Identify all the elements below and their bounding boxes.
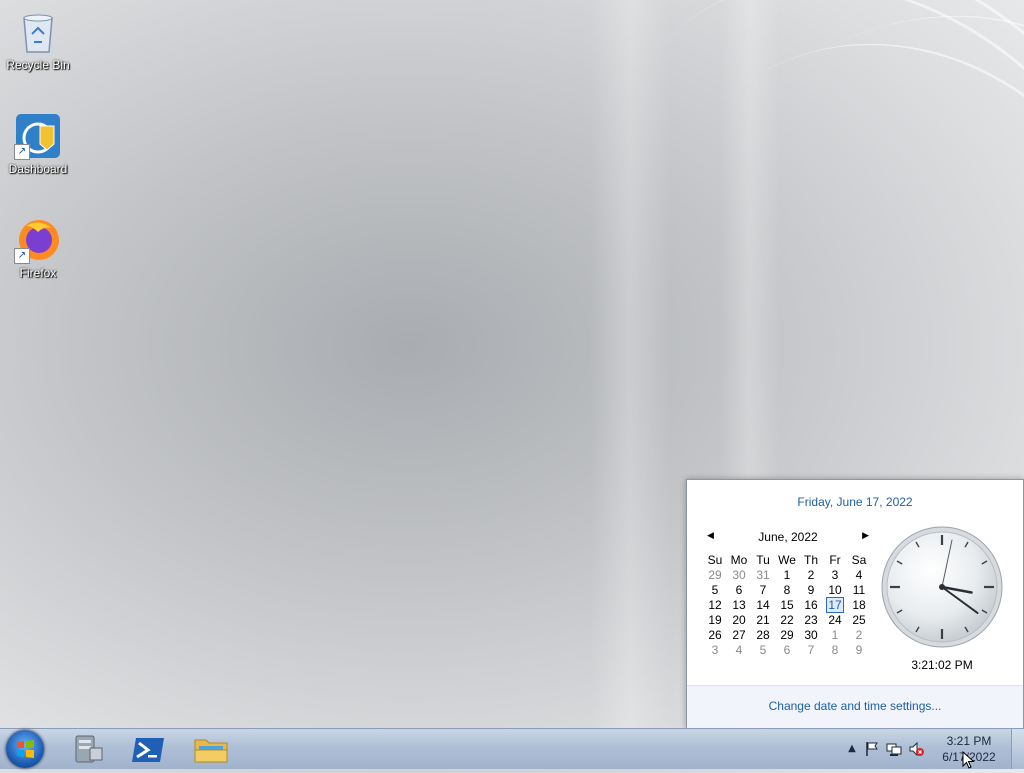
calendar-day[interactable]: 4 <box>847 567 871 582</box>
action-center-flag-icon[interactable] <box>864 741 880 757</box>
calendar-day[interactable]: 21 <box>751 612 775 627</box>
desktop-icon-firefox[interactable]: ↗ Firefox <box>0 216 76 280</box>
shortcut-arrow-icon: ↗ <box>14 248 30 264</box>
calendar-day[interactable]: 28 <box>751 627 775 642</box>
calendar-day[interactable]: 16 <box>799 597 823 612</box>
change-date-time-settings-link[interactable]: Change date and time settings... <box>687 699 1023 713</box>
calendar-day[interactable]: 22 <box>775 612 799 627</box>
taskbar: ▲ 3:21 PM 6/17/2022 <box>0 728 1024 769</box>
calendar-day-today[interactable]: 17 <box>823 596 847 613</box>
calendar-day-other-month[interactable]: 3 <box>703 642 727 657</box>
weekday-header: Sa <box>851 552 867 567</box>
month-label[interactable]: June, 2022 <box>758 530 817 544</box>
start-button[interactable] <box>6 730 44 768</box>
calendar-grid: Su Mo Tu We Th Fr Sa 29 30 31 1 2 3 4 5 6 7 8 9 10 11 12 13 14… <box>703 552 871 657</box>
calendar-day[interactable]: 5 <box>703 582 727 597</box>
calendar-day-other-month[interactable]: 4 <box>727 642 751 657</box>
show-hidden-icons-arrow-icon[interactable]: ▲ <box>844 741 860 757</box>
calendar: ◀ June, 2022 ▶ Su Mo Tu We Th Fr Sa 29 30 31 1 2 3 4… <box>703 530 873 657</box>
weekday-header: Su <box>707 552 723 567</box>
calendar-day-other-month[interactable]: 2 <box>847 627 871 642</box>
calendar-day[interactable]: 13 <box>727 597 751 612</box>
network-icon[interactable] <box>886 741 902 757</box>
calendar-day-other-month[interactable]: 9 <box>847 642 871 657</box>
calendar-day[interactable]: 2 <box>799 567 823 582</box>
calendar-day[interactable]: 3 <box>823 567 847 582</box>
long-date-link[interactable]: Friday, June 17, 2022 <box>687 495 1023 509</box>
server-manager-icon <box>75 735 103 763</box>
calendar-day-other-month[interactable]: 7 <box>799 642 823 657</box>
desktop-icon-recycle-bin[interactable]: Recycle Bin <box>0 8 76 72</box>
calendar-header: ◀ June, 2022 ▶ <box>703 530 873 548</box>
calendar-day[interactable]: 8 <box>775 582 799 597</box>
calendar-day-other-month[interactable]: 8 <box>823 642 847 657</box>
calendar-day[interactable]: 18 <box>847 597 871 612</box>
desktop-icon-dashboard[interactable]: ↗ Dashboard <box>0 112 76 176</box>
desktop-icon-label: Recycle Bin <box>6 58 70 72</box>
calendar-day[interactable]: 7 <box>751 582 775 597</box>
calendar-day-other-month[interactable]: 31 <box>751 567 775 582</box>
desktop-icon-label: Dashboard <box>8 162 68 176</box>
calendar-day[interactable]: 10 <box>823 582 847 597</box>
file-explorer-icon <box>194 739 228 763</box>
calendar-day[interactable]: 14 <box>751 597 775 612</box>
clock-center <box>939 584 945 590</box>
calendar-day[interactable]: 19 <box>703 612 727 627</box>
calendar-day[interactable]: 15 <box>775 597 799 612</box>
windows-logo-icon <box>17 740 34 758</box>
calendar-day[interactable]: 6 <box>727 582 751 597</box>
calendar-day[interactable]: 9 <box>799 582 823 597</box>
powershell-button[interactable] <box>126 732 172 766</box>
weekday-header: Th <box>803 552 818 567</box>
system-tray: ▲ 3:21 PM 6/17/2022 <box>824 729 1024 769</box>
volume-muted-icon[interactable] <box>908 741 924 757</box>
next-month-icon[interactable]: ▶ <box>862 530 869 541</box>
calendar-day[interactable]: 27 <box>727 627 751 642</box>
recycle-bin-icon <box>14 8 62 56</box>
calendar-day[interactable]: 30 <box>799 627 823 642</box>
calendar-day[interactable]: 11 <box>847 582 871 597</box>
weekday-header: Fr <box>829 552 841 567</box>
calendar-day-other-month[interactable]: 5 <box>751 642 775 657</box>
calendar-day[interactable]: 25 <box>847 612 871 627</box>
weekday-header: Mo <box>730 552 748 567</box>
weekday-header: We <box>778 552 796 567</box>
desktop-icon-label: Firefox <box>19 266 57 280</box>
calendar-day[interactable]: 23 <box>799 612 823 627</box>
digital-time: 3:21:02 PM <box>911 658 973 672</box>
calendar-day[interactable]: 24 <box>823 612 847 627</box>
calendar-day[interactable]: 12 <box>703 597 727 612</box>
file-explorer-button[interactable] <box>188 732 234 766</box>
server-manager-button[interactable] <box>64 732 110 766</box>
firefox-icon: ↗ <box>14 216 62 264</box>
calendar-day-other-month[interactable]: 29 <box>703 567 727 582</box>
calendar-day-other-month[interactable]: 30 <box>727 567 751 582</box>
previous-month-icon[interactable]: ◀ <box>707 530 714 541</box>
show-desktop-button[interactable] <box>1011 729 1024 769</box>
powershell-icon <box>132 738 164 762</box>
popup-footer: Change date and time settings... <box>687 685 1023 728</box>
clock-calendar-popup: Friday, June 17, 2022 ◀ June, 2022 ▶ Su M… <box>686 479 1024 729</box>
taskbar-time: 3:21 PM <box>946 734 992 748</box>
calendar-day[interactable]: 1 <box>775 567 799 582</box>
calendar-day-other-month[interactable]: 1 <box>823 627 847 642</box>
shortcut-arrow-icon: ↗ <box>14 144 30 160</box>
calendar-day[interactable]: 20 <box>727 612 751 627</box>
analog-clock <box>880 525 1004 649</box>
calendar-day[interactable]: 29 <box>775 627 799 642</box>
dashboard-icon: ↗ <box>14 112 62 160</box>
calendar-day-other-month[interactable]: 6 <box>775 642 799 657</box>
calendar-day[interactable]: 26 <box>703 627 727 642</box>
weekday-header: Tu <box>756 552 770 567</box>
